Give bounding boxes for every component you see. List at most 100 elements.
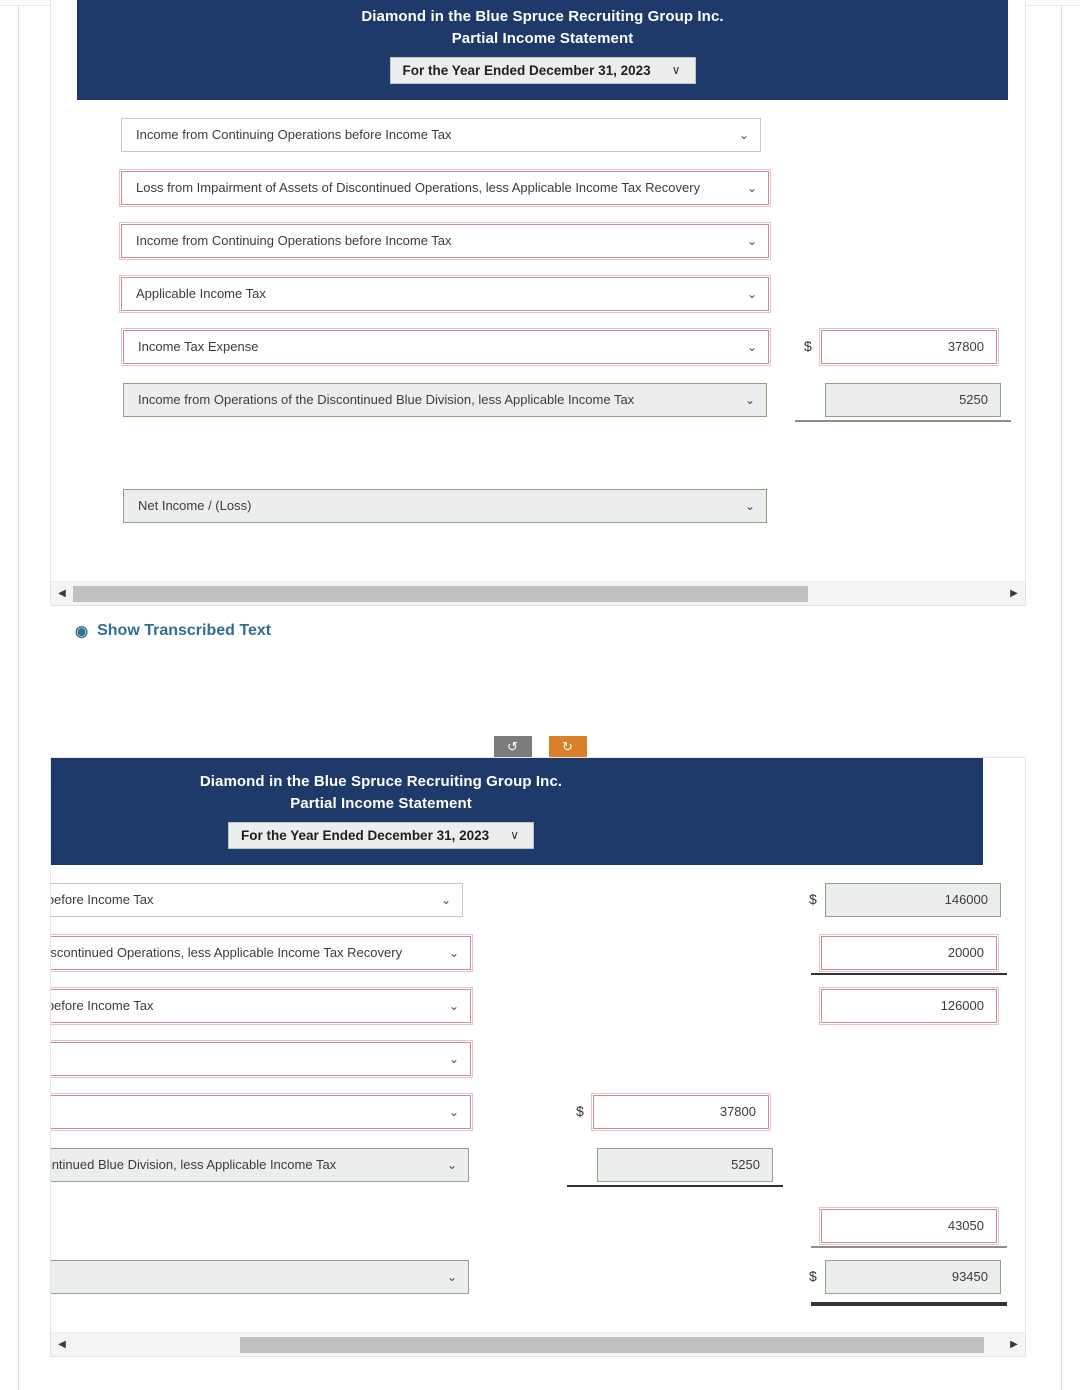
- statement-header-bottom: Diamond in the Blue Spruce Recruiting Gr…: [51, 758, 983, 865]
- chevron-down-icon: ⌄: [448, 998, 459, 1013]
- account-select-row-4[interactable]: Applicable Income Tax ⌄: [119, 274, 771, 313]
- chevron-down-icon: ⌄: [744, 392, 755, 407]
- statement-rows-bottom: Income from Continuing Operations before…: [51, 865, 1025, 1306]
- total-rule-double-b: [811, 1301, 1007, 1306]
- statement-rows-top: Income from Continuing Operations before…: [77, 100, 1025, 534]
- chevron-down-icon: ⌄: [744, 498, 755, 513]
- table-row: 43050: [51, 1193, 1025, 1246]
- income-statement-panel-bottom: Diamond in the Blue Spruce Recruiting Gr…: [50, 757, 1026, 1357]
- account-select-b-row-4[interactable]: Applicable Income Tax ⌄: [51, 1039, 473, 1078]
- panel-bottom-viewport: Diamond in the Blue Spruce Recruiting Gr…: [51, 758, 1025, 1356]
- account-select-b-row-5[interactable]: Income Tax Expense ⌄: [51, 1092, 473, 1131]
- dollar-sign-b-row-8: $: [809, 1267, 817, 1284]
- table-row: Net Income / (Loss) ⌄ $: [77, 481, 1025, 534]
- table-row: Income Tax Expense ⌄ $ 37800: [51, 1087, 1025, 1140]
- account-select-label-row-5: Income Tax Expense: [138, 339, 259, 354]
- scrollbar-thumb-bottom[interactable]: [240, 1336, 985, 1353]
- scroll-left-arrow-icon[interactable]: ◀: [51, 582, 73, 605]
- show-transcribed-text-label: Show Transcribed Text: [97, 622, 272, 639]
- amount-input-row-6[interactable]: 5250: [825, 382, 1001, 417]
- account-select-label-b-row-1: Income from Continuing Operations before…: [51, 892, 154, 907]
- amount-input-row-5[interactable]: 37800: [819, 327, 999, 366]
- account-select-b-row-6[interactable]: Income from Operations of the Discontinu…: [51, 1147, 469, 1182]
- account-select-row-1[interactable]: Income from Continuing Operations before…: [121, 117, 761, 152]
- scroll-right-arrow-icon[interactable]: ▶: [1003, 1333, 1025, 1356]
- scrollbar-track-bottom[interactable]: [73, 1336, 1003, 1353]
- action-button-group: ↺ ↻: [0, 736, 1080, 757]
- account-select-label-row-2: Loss from Impairment of Assets of Discon…: [136, 180, 701, 195]
- table-row: Income from Continuing Operations before…: [77, 216, 1025, 269]
- account-select-row-8[interactable]: Net Income / (Loss) ⌄: [123, 488, 767, 523]
- scroll-right-arrow-icon[interactable]: ▶: [1003, 582, 1025, 605]
- scroll-left-arrow-icon[interactable]: ◀: [51, 1333, 73, 1356]
- statement-title-bottom: Partial Income Statement: [290, 794, 472, 812]
- chevron-down-icon: ⌄: [746, 339, 757, 354]
- table-row: Income from Continuing Operations before…: [77, 110, 1025, 163]
- account-select-b-row-3[interactable]: Income from Continuing Operations before…: [51, 986, 473, 1025]
- period-select-bottom[interactable]: For the Year Ended December 31, 2023 ∨: [228, 821, 534, 849]
- account-select-row-3[interactable]: Income from Continuing Operations before…: [119, 221, 771, 260]
- income-statement-panel-top: Diamond in the Blue Spruce Recruiting Gr…: [50, 0, 1026, 606]
- dollar-sign-row-5: $: [804, 337, 812, 354]
- table-row: Income Tax Expense ⌄ $ 37800: [77, 322, 1025, 375]
- account-select-label-b-row-3: Income from Continuing Operations before…: [51, 998, 154, 1013]
- eye-icon: ◉: [75, 623, 89, 640]
- panel-top-viewport: Diamond in the Blue Spruce Recruiting Gr…: [51, 0, 1025, 605]
- amount-input-b-row-1[interactable]: 146000: [825, 882, 1001, 917]
- amount-input-b-row-8[interactable]: 93450: [825, 1259, 1001, 1294]
- account-select-b-row-8[interactable]: Net Income / (Loss) ⌄: [51, 1259, 469, 1294]
- chevron-down-icon: ⌄: [746, 180, 757, 195]
- statement-title: Partial Income Statement: [451, 29, 634, 47]
- panel-top-sheet: Diamond in the Blue Spruce Recruiting Gr…: [77, 0, 1025, 534]
- amount-input-b-row-6[interactable]: 5250: [597, 1147, 773, 1182]
- account-select-label-row-3: Income from Continuing Operations before…: [136, 233, 452, 248]
- chevron-down-icon: ⌄: [448, 945, 459, 960]
- chevron-down-icon: ∨: [671, 63, 681, 77]
- horizontal-scrollbar-top[interactable]: ◀ ▶: [51, 581, 1025, 605]
- table-row: Income from Operations of the Discontinu…: [51, 1140, 1025, 1193]
- chevron-down-icon: ⌄: [746, 233, 757, 248]
- table-row: Income from Continuing Operations before…: [51, 875, 1025, 928]
- account-select-label-row-1: Income from Continuing Operations before…: [136, 127, 452, 142]
- account-select-row-5[interactable]: Income Tax Expense ⌄: [121, 327, 771, 366]
- table-row: [77, 428, 1025, 481]
- panel-bottom-sheet: Diamond in the Blue Spruce Recruiting Gr…: [51, 758, 1025, 1306]
- subtotal-rule-2: [795, 419, 1011, 422]
- dollar-sign-b-row-5: $: [576, 1102, 584, 1119]
- horizontal-scrollbar-bottom[interactable]: ◀ ▶: [51, 1332, 1025, 1356]
- dollar-sign-b-row-1: $: [809, 890, 817, 907]
- amount-input-b-row-7[interactable]: 43050: [819, 1206, 999, 1245]
- reset-button[interactable]: ↺: [493, 736, 532, 757]
- account-select-label-b-row-6: Income from Operations of the Discontinu…: [51, 1157, 337, 1172]
- chevron-down-icon: ⌄: [448, 1104, 459, 1119]
- refresh-button[interactable]: ↻: [548, 736, 587, 757]
- account-select-label-row-4: Applicable Income Tax: [136, 286, 266, 301]
- amount-input-b-row-3[interactable]: 126000: [819, 986, 999, 1025]
- scrollbar-thumb-top[interactable]: [73, 585, 808, 602]
- table-row: Applicable Income Tax ⌄: [51, 1034, 1025, 1087]
- period-select-value-top: For the Year Ended December 31, 2023: [402, 62, 651, 78]
- amount-input-b-row-2[interactable]: 20000: [819, 933, 999, 972]
- account-select-row-6[interactable]: Income from Operations of the Discontinu…: [123, 382, 767, 417]
- account-select-b-row-1[interactable]: Income from Continuing Operations before…: [51, 882, 463, 917]
- chevron-down-icon: ⌄: [446, 1157, 457, 1172]
- account-select-row-2[interactable]: Loss from Impairment of Assets of Discon…: [119, 168, 771, 207]
- period-select-top[interactable]: For the Year Ended December 31, 2023 ∨: [389, 56, 696, 84]
- account-select-label-row-8: Net Income / (Loss): [138, 498, 252, 513]
- amount-input-b-row-5[interactable]: 37800: [591, 1092, 771, 1131]
- subtotal-rule-b-1: [811, 972, 1007, 975]
- show-transcribed-text-link[interactable]: ◉ Show Transcribed Text: [75, 622, 271, 640]
- chevron-down-icon: ⌄: [446, 1269, 457, 1284]
- table-row: Income from Continuing Operations before…: [51, 981, 1025, 1034]
- statement-company-name: Diamond in the Blue Spruce Recruiting Gr…: [361, 8, 724, 25]
- table-row: Applicable Income Tax ⌄: [77, 269, 1025, 322]
- account-select-label-b-row-2: Loss from Impairment of Assets of Discon…: [51, 945, 403, 960]
- scrollbar-track-top[interactable]: [73, 585, 1003, 602]
- account-select-b-row-2[interactable]: Loss from Impairment of Assets of Discon…: [51, 933, 473, 972]
- account-select-label-row-6: Income from Operations of the Discontinu…: [138, 392, 635, 407]
- chevron-down-icon: ⌄: [440, 892, 451, 907]
- chevron-down-icon: ⌄: [746, 286, 757, 301]
- statement-header-top: Diamond in the Blue Spruce Recruiting Gr…: [77, 0, 1008, 100]
- subtotal-rule-b-2: [567, 1184, 783, 1187]
- chevron-down-icon: ⌄: [738, 127, 749, 142]
